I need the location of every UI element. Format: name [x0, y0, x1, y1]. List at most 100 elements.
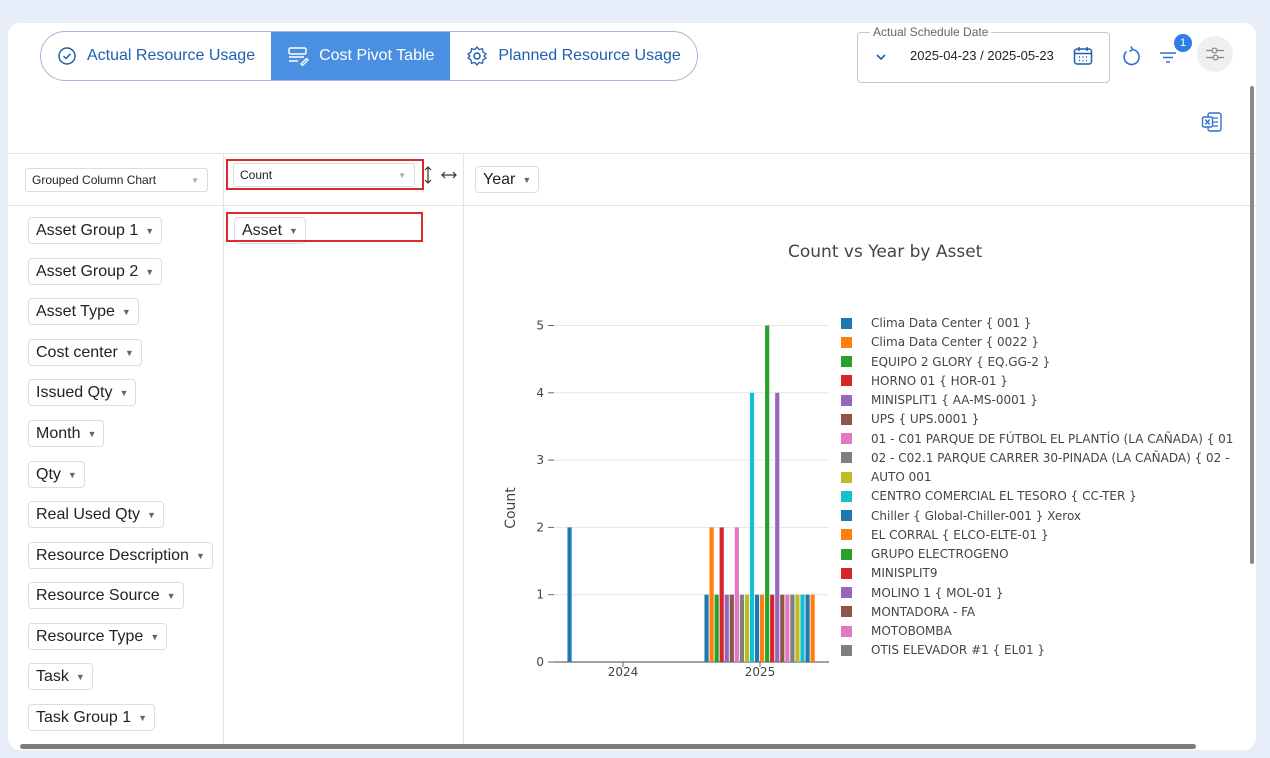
dropdown-arrow-icon: ▼ — [75, 671, 85, 682]
legend-swatch — [841, 336, 852, 348]
highlight-box-row-field — [226, 212, 423, 242]
horizontal-scrollbar[interactable] — [20, 744, 1196, 749]
table-edit-icon — [288, 47, 310, 66]
legend-label: 01 - C01 PARQUE DE FÚTBOL EL PLANTÍO (LA… — [871, 431, 1234, 446]
field-label: Task Group 1 — [36, 708, 132, 726]
field-label: Asset Group 1 — [36, 221, 139, 239]
vertical-scrollbar[interactable] — [1250, 86, 1254, 564]
dropdown-arrow-icon: ▼ — [121, 306, 131, 317]
tab-cost-pivot-table[interactable]: Cost Pivot Table — [271, 32, 451, 80]
settings-button[interactable] — [1197, 36, 1233, 72]
field-pill[interactable]: Real Used Qty ▼ — [28, 501, 164, 528]
legend-swatch — [841, 433, 852, 444]
refresh-icon[interactable] — [1120, 44, 1142, 68]
bar — [760, 594, 765, 662]
field-label: Resource Type — [36, 627, 144, 645]
sort-horizontal-icon[interactable] — [440, 169, 458, 181]
legend-item[interactable]: GRUPO ELECTROGENO — [841, 547, 1009, 561]
tab-planned-resource-usage[interactable]: Planned Resource Usage — [450, 32, 696, 80]
gear-icon — [467, 45, 488, 67]
field-pill[interactable]: Asset Group 2 ▼ — [28, 258, 163, 285]
chart-type-select[interactable]: Grouped Column Chart ▼ — [25, 168, 208, 192]
legend-item[interactable]: UPS { UPS.0001 } — [841, 412, 979, 426]
legend-item[interactable]: MINISPLIT1 { AA-MS-0001 } — [841, 393, 1038, 407]
highlight-box-aggregator — [226, 159, 424, 190]
bar — [749, 392, 755, 662]
sort-vertical-icon[interactable] — [422, 165, 434, 185]
bar — [719, 527, 724, 662]
field-pill[interactable]: Month ▼ — [28, 420, 105, 447]
legend-label: MOTOBOMBA — [871, 624, 952, 638]
legend-label: EQUIPO 2 GLORY { EQ.GG-2 } — [871, 354, 1051, 369]
legend-item[interactable]: EQUIPO 2 GLORY { EQ.GG-2 } — [841, 355, 1050, 369]
legend-item[interactable]: HORNO 01 { HOR-01 } — [841, 374, 1008, 388]
field-pill[interactable]: Qty ▼ — [28, 461, 85, 488]
legend-label: Clima Data Center { 0022 } — [871, 335, 1040, 350]
field-pill[interactable]: Asset Type ▼ — [28, 298, 139, 325]
field-pill[interactable]: Resource Type ▼ — [28, 623, 168, 650]
field-pill[interactable]: Cost center ▼ — [28, 339, 142, 366]
schedule-date-picker[interactable]: Actual Schedule Date 2025-04-23 / 2025-0… — [857, 25, 1110, 83]
legend-item[interactable]: 01 - C01 PARQUE DE FÚTBOL EL PLANTÍO (LA… — [841, 432, 1233, 446]
chart-plot: 0 1 2 3 4 5 Count 2024 2025 — [503, 319, 829, 679]
legend-item[interactable]: MINISPLIT9 — [841, 566, 937, 580]
dropdown-arrow-icon: ▼ — [67, 469, 77, 480]
bar — [765, 325, 770, 662]
legend-item[interactable]: AUTO 001 — [841, 470, 932, 484]
bar — [734, 527, 739, 662]
dropdown-arrow-icon: ▼ — [145, 225, 155, 236]
legend-label: AUTO 001 — [871, 470, 932, 484]
legend-label: GRUPO ELECTROGENO — [871, 547, 1009, 561]
y-tick-label: 1 — [536, 588, 544, 602]
legend-item[interactable]: MOLINO 1 { MOL-01 } — [841, 586, 1003, 600]
tab-actual-resource-usage[interactable]: Actual Resource Usage — [41, 32, 271, 80]
main-card: Actual Resource Usage Cost Pivot Table P… — [8, 23, 1256, 750]
legend-item[interactable]: EL CORRAL { ELCO-ELTE-01 } — [841, 528, 1049, 542]
chart-legend: Clima Data Center { 001 } Clima Data Cent… — [841, 316, 1256, 666]
field-label: Real Used Qty — [36, 505, 141, 523]
bar — [790, 594, 795, 662]
legend-item[interactable]: CENTRO COMERCIAL EL TESORO { CC-TER } — [841, 489, 1137, 503]
legend-swatch — [841, 490, 852, 502]
calendar-icon[interactable] — [1072, 45, 1094, 67]
legend-swatch — [841, 567, 852, 579]
legend-item[interactable]: OTIS ELEVADOR #1 { EL01 } — [841, 643, 1045, 657]
legend-swatch — [841, 317, 852, 329]
field-pill[interactable]: Resource Description ▼ — [28, 542, 213, 569]
legend-item[interactable]: Clima Data Center { 001 } — [841, 316, 1031, 330]
chevron-down-icon[interactable] — [874, 50, 888, 64]
bar — [805, 594, 810, 662]
field-pill[interactable]: Task ▼ — [28, 663, 93, 690]
check-circle-icon — [58, 47, 76, 65]
legend-item[interactable]: Clima Data Center { 0022 } — [841, 335, 1039, 349]
legend-label: HORNO 01 { HOR-01 } — [871, 373, 1008, 388]
field-pill[interactable]: Resource Source ▼ — [28, 582, 184, 609]
y-tick-label: 0 — [536, 655, 544, 669]
field-pill[interactable]: Issued Qty ▼ — [28, 379, 137, 406]
legend-item[interactable]: Chiller { Global-Chiller-001 } Xerox — [841, 509, 1081, 523]
x-tick-label: 2024 — [608, 665, 639, 679]
field-pill[interactable]: Asset Group 1 ▼ — [28, 217, 163, 244]
field-label: Qty — [36, 465, 61, 483]
legend-swatch — [841, 375, 852, 387]
legend-swatch — [841, 356, 852, 367]
legend-swatch — [841, 529, 852, 541]
excel-export-icon[interactable] — [1201, 111, 1223, 133]
filter-icon[interactable] — [1158, 47, 1178, 67]
dropdown-arrow-icon: ▼ — [166, 590, 176, 601]
column-field-year[interactable]: Year ▼ — [475, 166, 540, 193]
legend-swatch — [841, 625, 852, 637]
bar — [754, 594, 760, 662]
dropdown-arrow-icon: ▼ — [138, 712, 148, 723]
x-tick-label: 2025 — [745, 665, 776, 679]
legend-item[interactable]: MOTOBOMBA — [841, 624, 952, 638]
field-pill[interactable]: Task Group 1 ▼ — [28, 704, 156, 731]
legend-item[interactable]: MONTADORA - FA — [841, 605, 975, 619]
tab-label: Planned Resource Usage — [498, 47, 681, 64]
bar — [775, 392, 780, 662]
legend-swatch — [841, 471, 852, 483]
legend-swatch — [841, 452, 852, 464]
legend-label: OTIS ELEVADOR #1 { EL01 } — [871, 643, 1046, 658]
bar — [567, 527, 572, 662]
legend-item[interactable]: 02 - C02.1 PARQUE CARRER 30-PINADA (LA C… — [841, 451, 1229, 465]
